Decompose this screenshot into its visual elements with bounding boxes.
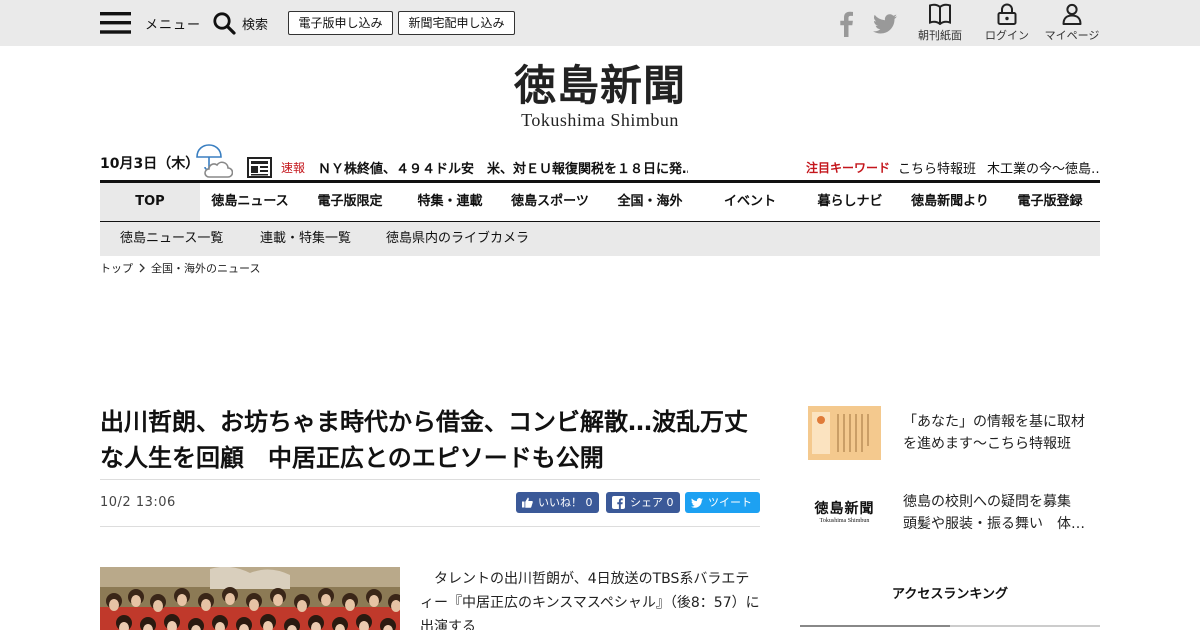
book-icon bbox=[929, 3, 951, 25]
rain-cloud-icon bbox=[196, 144, 233, 178]
group-photo-image bbox=[100, 567, 400, 630]
nav-item-features[interactable]: 特集・連載 bbox=[400, 183, 500, 221]
breadcrumb-home[interactable]: トップ bbox=[100, 260, 133, 276]
twitter-icon bbox=[691, 497, 703, 508]
sidebar-thumbnail: 徳島新聞 Tokushima Shimbun bbox=[808, 486, 881, 540]
newspaper-icon bbox=[247, 157, 272, 178]
article-title: 出川哲朗、お坊ちゃま時代から借金、コンビ解散…波乱万丈な人生を回顧 中居正広との… bbox=[100, 408, 748, 472]
breaking-news-label: 速報 bbox=[281, 161, 306, 175]
tweet-button[interactable]: ツイート bbox=[685, 492, 760, 513]
search-button[interactable]: 検索 bbox=[212, 11, 268, 35]
article-body: タレントの出川哲朗が、4日放送のTBS系バラエティー『中居正広のキンスマスペシャ… bbox=[420, 571, 760, 630]
facebook-icon bbox=[612, 496, 625, 509]
sub-nav: 徳島ニュース一覧 連載・特集一覧 徳島県内のライブカメラ bbox=[100, 222, 1100, 256]
login-link[interactable]: ログイン bbox=[977, 3, 1037, 43]
lock-icon bbox=[997, 3, 1017, 25]
nav-item-national-world[interactable]: 全国・海外 bbox=[600, 183, 700, 221]
nav-item-events[interactable]: イベント bbox=[700, 183, 800, 221]
nav-item-sports[interactable]: 徳島スポーツ bbox=[500, 183, 600, 221]
sidebar-article-card[interactable]: 徳島新聞 Tokushima Shimbun 徳島の校則への疑問を募集 頭髪や服… bbox=[808, 486, 1100, 542]
ranking-active-tab[interactable] bbox=[800, 625, 950, 627]
nav-item-living-guide[interactable]: 暮らしナビ bbox=[800, 183, 900, 221]
logo-kanji: 徳島新聞 bbox=[513, 61, 686, 110]
person-icon bbox=[1062, 3, 1082, 25]
site-logo[interactable]: 徳島新聞 Tokushima Shimbun bbox=[500, 61, 700, 131]
sidebar-article-card[interactable]: 「あなた」の情報を基に取材を進めます～こちら特報班 bbox=[808, 406, 1100, 462]
nav-item-tokushima-news[interactable]: 徳島ニュース bbox=[200, 183, 300, 221]
search-label: 検索 bbox=[242, 17, 269, 33]
nav-item-digital-exclusive[interactable]: 電子版限定 bbox=[300, 183, 400, 221]
thumb-logo-roman: Tokushima Shimbun bbox=[819, 518, 870, 524]
login-label: ログイン bbox=[985, 29, 1029, 42]
nav-item-digital-register[interactable]: 電子版登録 bbox=[1000, 183, 1100, 221]
article-date: 10/2 13:06 bbox=[100, 495, 176, 510]
like-label: いいね！ 0 bbox=[538, 496, 593, 509]
twitter-icon[interactable] bbox=[873, 14, 897, 34]
mypage-label: マイページ bbox=[1044, 29, 1100, 42]
chevron-right-icon bbox=[139, 263, 145, 273]
search-icon bbox=[213, 12, 236, 35]
menu-icon bbox=[100, 12, 131, 34]
facebook-icon[interactable] bbox=[838, 11, 854, 37]
morning-paper-label: 朝刊紙面 bbox=[918, 29, 962, 42]
delivery-signup-button[interactable]: 新聞宅配申し込み bbox=[398, 11, 515, 35]
sidebar-article-title: 「あなた」の情報を基に取材を進めます～こちら特報班 bbox=[903, 414, 1085, 452]
share-label: シェア 0 bbox=[630, 496, 674, 509]
logo-roman: Tokushima Shimbun bbox=[521, 110, 679, 130]
sidebar-article-title: 徳島の校則への疑問を募集 頭髪や服装・振る舞い 体… bbox=[903, 494, 1085, 532]
top-utility-bar: メニュー 検索 電子版申し込み 新聞宅配申し込み 朝刊紙面 ログイン マイページ bbox=[0, 0, 1200, 46]
breadcrumb: トップ 全国・海外のニュース bbox=[100, 260, 260, 276]
menu-button[interactable]: メニュー bbox=[100, 11, 201, 35]
keyword-label: 注目キーワード bbox=[806, 161, 891, 175]
subnav-item-news-list[interactable]: 徳島ニュース一覧 bbox=[120, 222, 223, 256]
article-photo[interactable] bbox=[100, 567, 400, 630]
nav-item-top[interactable]: TOP bbox=[100, 183, 200, 221]
menu-label: メニュー bbox=[145, 17, 202, 33]
tweet-label: ツイート bbox=[708, 496, 752, 509]
morning-paper-link[interactable]: 朝刊紙面 bbox=[910, 3, 970, 43]
sidebar-thumbnail bbox=[808, 406, 881, 460]
thumbs-up-icon bbox=[522, 497, 533, 508]
thumb-logo-kanji: 徳島新聞 bbox=[814, 501, 875, 517]
breadcrumb-current[interactable]: 全国・海外のニュース bbox=[151, 260, 260, 276]
subnav-item-series-list[interactable]: 連載・特集一覧 bbox=[260, 222, 351, 256]
divider bbox=[100, 479, 760, 480]
facebook-like-button[interactable]: いいね！ 0 bbox=[516, 492, 599, 513]
ranking-tabs[interactable] bbox=[800, 625, 1100, 627]
ranking-heading: アクセスランキング bbox=[892, 587, 1008, 602]
breaking-news-link[interactable]: ＮＹ株終値、４９４ドル安 米、対ＥＵ報復関税を１８日に発… bbox=[318, 158, 688, 177]
nav-item-from-paper[interactable]: 徳島新聞より bbox=[900, 183, 1000, 221]
subnav-item-live-camera[interactable]: 徳島県内のライブカメラ bbox=[386, 222, 529, 256]
main-nav: TOP 徳島ニュース 電子版限定 特集・連載 徳島スポーツ 全国・海外 イベント… bbox=[100, 183, 1100, 222]
keyword-link[interactable]: こちら特報班 bbox=[898, 158, 976, 177]
divider bbox=[100, 526, 760, 527]
keyword-link[interactable]: 木工業の今～徳島… bbox=[987, 158, 1100, 177]
mypage-link[interactable]: マイページ bbox=[1042, 3, 1102, 43]
facebook-share-button[interactable]: シェア 0 bbox=[606, 492, 680, 513]
current-date: 10月3日（木） bbox=[100, 156, 200, 172]
digital-signup-button[interactable]: 電子版申し込み bbox=[288, 11, 393, 35]
